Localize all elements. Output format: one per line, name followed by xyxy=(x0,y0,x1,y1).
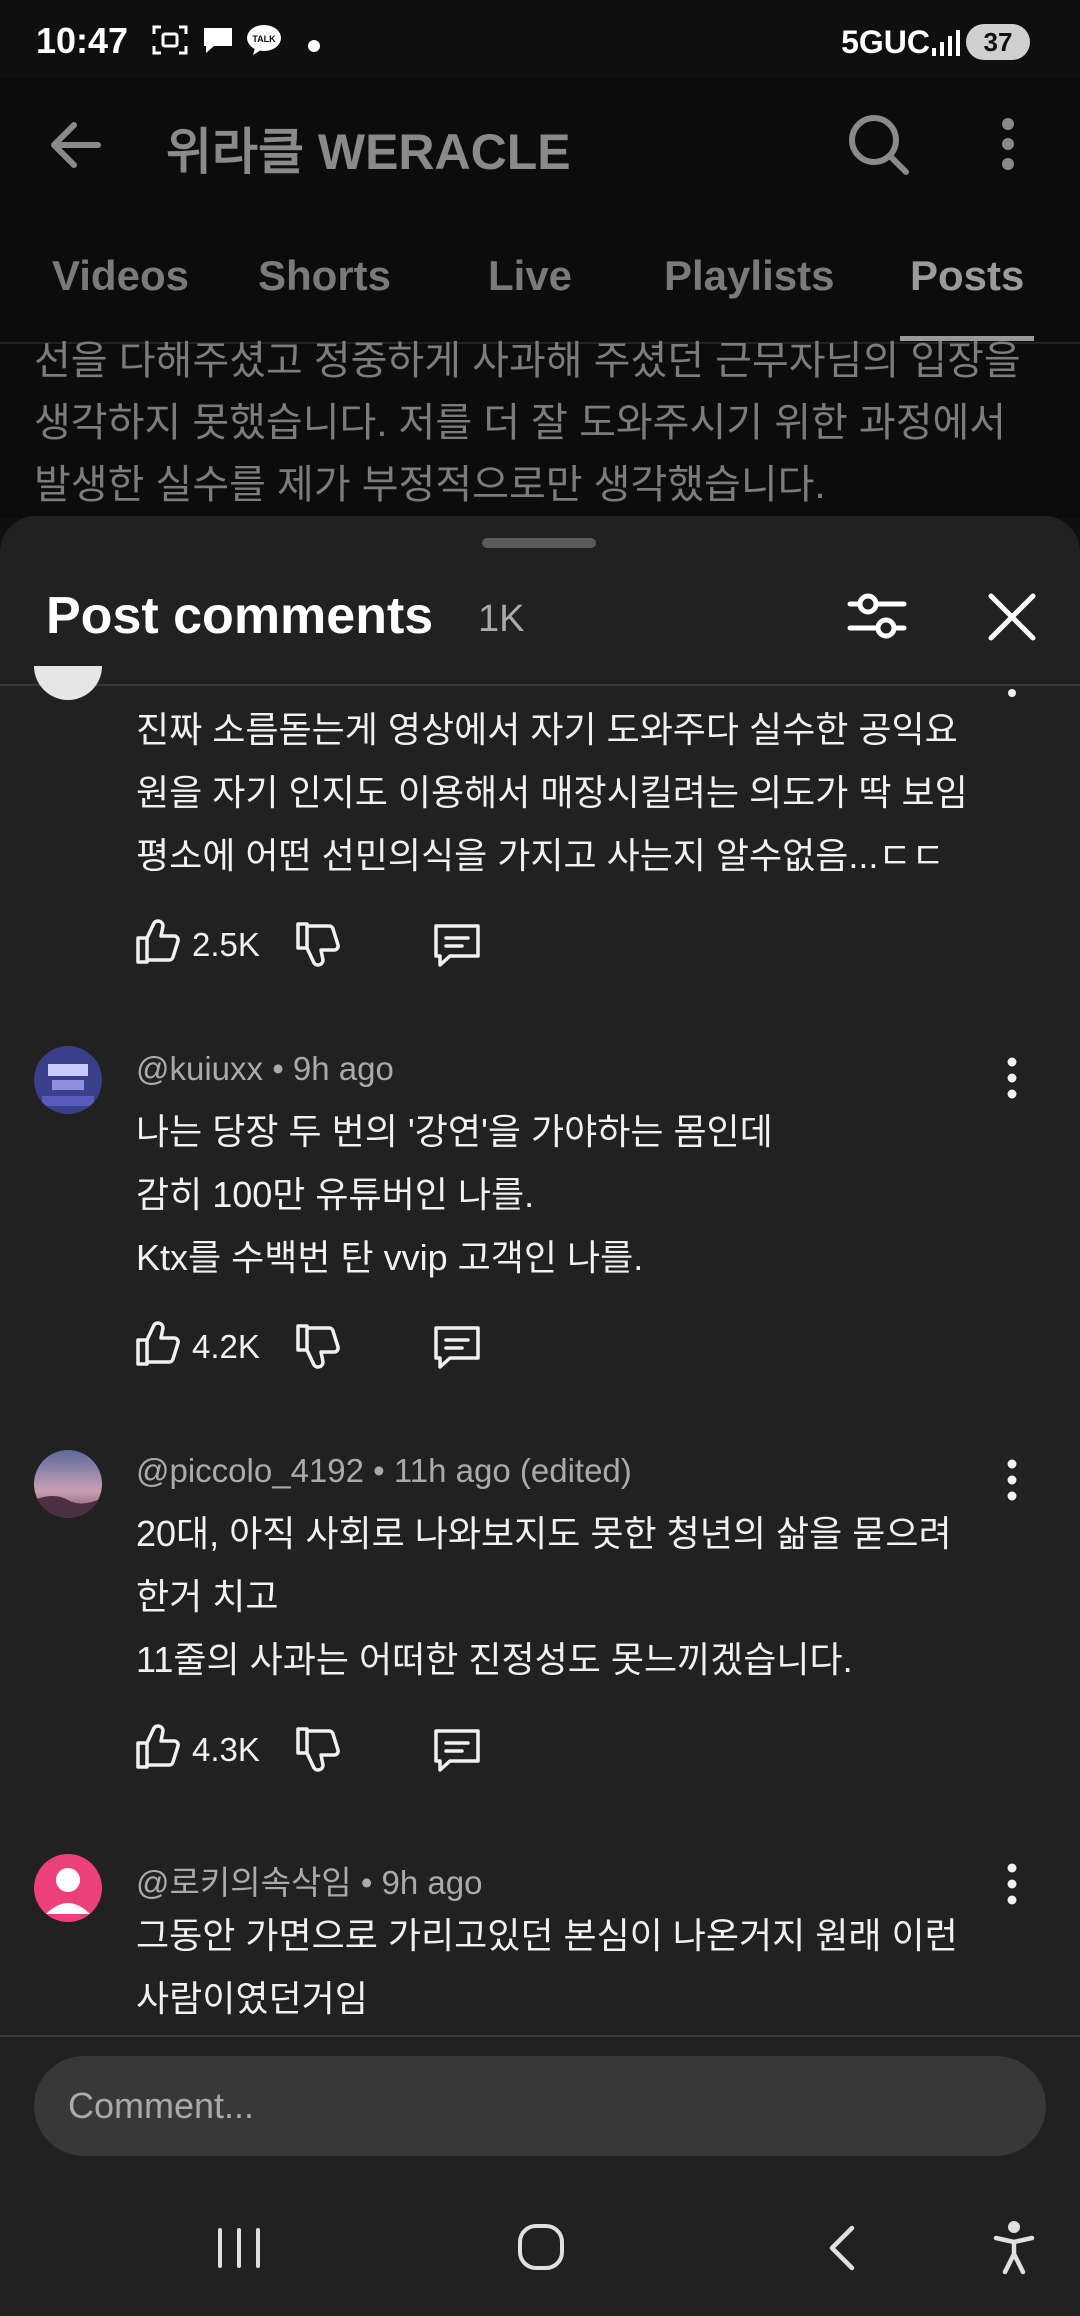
drag-handle[interactable] xyxy=(482,538,596,548)
like-icon[interactable] xyxy=(130,1719,184,1773)
tab-videos[interactable]: Videos xyxy=(52,252,189,300)
screenshot-icon xyxy=(152,25,188,55)
close-icon[interactable] xyxy=(985,590,1039,644)
like-icon[interactable] xyxy=(130,1316,184,1370)
tab-playlists[interactable]: Playlists xyxy=(664,252,834,300)
recent-apps-icon[interactable] xyxy=(214,2226,264,2270)
svg-text:TALK: TALK xyxy=(252,34,276,44)
comment-author[interactable]: @로키의속삭임 • 9h ago xyxy=(136,1856,482,1904)
like-count: 2.5K xyxy=(192,926,260,963)
notification-dot-icon xyxy=(308,40,320,52)
comment-author[interactable]: @piccolo_4192 • 11h ago (edited) xyxy=(136,1452,632,1490)
reply-icon[interactable] xyxy=(430,918,484,972)
comment-text: 진짜 소름돋는게 영상에서 자기 도와주다 실수한 공익요 원을 자기 인지도 … xyxy=(136,709,968,876)
reply-icon[interactable] xyxy=(430,1320,484,1374)
tab-live[interactable]: Live xyxy=(488,252,572,300)
comment-text: 나는 당장 두 번의 '강연'을 가야하는 몸인데 감히 100만 유튜버인 나… xyxy=(136,1111,773,1278)
comment-text: 20대, 아직 사회로 나와보지도 못한 청년의 삶을 묻으려 한거 치고 11… xyxy=(136,1513,952,1680)
sheet-divider xyxy=(0,684,1080,686)
like-count: 4.2K xyxy=(192,1328,260,1365)
dislike-icon[interactable] xyxy=(290,1723,344,1777)
like-icon[interactable] xyxy=(130,914,184,968)
home-icon[interactable] xyxy=(516,2222,566,2272)
avatar[interactable] xyxy=(34,666,102,700)
avatar[interactable] xyxy=(34,1854,102,1922)
post-text: 선을 다해주셨고 정중하게 사과해 주셨던 근무자님의 입장을 생각하지 못했습… xyxy=(34,339,1021,507)
network-indicator: 5GUC xyxy=(841,24,930,60)
comment-author[interactable]: @kuiuxx • 9h ago xyxy=(136,1050,394,1088)
tab-posts[interactable]: Posts xyxy=(910,252,1024,300)
comment-more-icon[interactable] xyxy=(1002,1456,1022,1506)
channel-title: 위라클 WERACLE xyxy=(166,124,571,180)
comment-more-icon[interactable] xyxy=(1002,1860,1022,1910)
reply-icon[interactable] xyxy=(430,1723,484,1777)
back-icon[interactable] xyxy=(822,2224,862,2272)
system-nav-bar xyxy=(0,2168,1080,2316)
back-arrow-icon[interactable] xyxy=(40,110,120,180)
status-time: 10:47 xyxy=(36,20,129,61)
battery-indicator: 37 xyxy=(966,24,1030,60)
sort-filter-icon[interactable] xyxy=(846,588,908,644)
avatar[interactable] xyxy=(34,1450,102,1518)
avatar[interactable] xyxy=(34,1046,102,1114)
comment-text: 그동안 가면으로 가리고있던 본심이 나온거지 원래 이런 사람이였던거임 xyxy=(136,1915,958,2019)
more-options-icon[interactable] xyxy=(988,104,1028,184)
status-bar: 10:47 TALK 5GUC 37 xyxy=(0,0,1080,78)
comment-input[interactable] xyxy=(34,2056,1046,2156)
accessibility-icon[interactable] xyxy=(992,2220,1036,2276)
comment-count: 1K xyxy=(478,598,525,640)
dislike-icon[interactable] xyxy=(290,1320,344,1374)
chat-bubble-icon xyxy=(204,28,232,53)
kakaotalk-icon: TALK xyxy=(247,25,281,55)
tab-shorts[interactable]: Shorts xyxy=(258,252,391,300)
comment-more-icon[interactable] xyxy=(1002,1054,1022,1104)
dislike-icon[interactable] xyxy=(290,918,344,972)
signal-icon xyxy=(932,30,960,56)
like-count: 4.3K xyxy=(192,1731,260,1768)
search-icon[interactable] xyxy=(842,104,912,184)
sheet-title: Post comments xyxy=(46,587,434,645)
